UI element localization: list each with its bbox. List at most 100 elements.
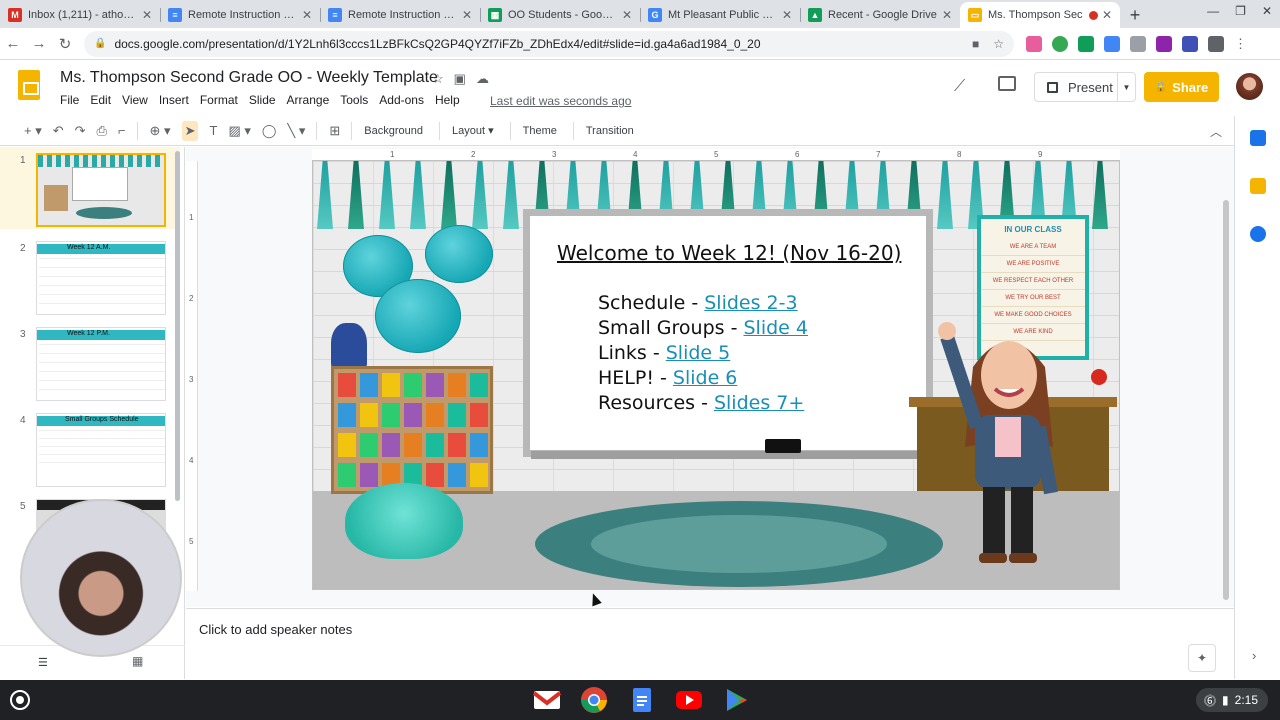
- browser-tab[interactable]: ▲ Recent - Google Drive ✕: [800, 2, 960, 28]
- close-window-icon[interactable]: ✕: [1262, 4, 1272, 18]
- undo-icon[interactable]: ↶: [53, 123, 64, 139]
- select-tool-icon[interactable]: ➤: [181, 120, 199, 141]
- text-box-icon[interactable]: T: [209, 123, 217, 138]
- slide-thumbnail[interactable]: 4 Small Groups Schedule: [0, 407, 180, 489]
- speaker-notes-placeholder[interactable]: Click to add speaker notes: [199, 622, 352, 637]
- address-bar[interactable]: 🔒 docs.google.com/presentation/d/1Y2Lnh6…: [84, 30, 1014, 57]
- filmstrip-scrollbar[interactable]: [175, 151, 180, 501]
- speaker-notes[interactable]: Click to add speaker notes ✦: [186, 608, 1234, 679]
- extension-icon[interactable]: [1130, 35, 1146, 52]
- slide-link[interactable]: Slide 5: [666, 342, 731, 364]
- menu-arrange[interactable]: Arrange: [287, 93, 330, 107]
- transition-button[interactable]: Transition: [586, 125, 634, 137]
- slide-thumbnail[interactable]: 3 Week 12 P.M.: [0, 321, 180, 403]
- theme-button[interactable]: Theme: [523, 125, 557, 137]
- present-dropdown-icon[interactable]: ▼: [1117, 73, 1135, 101]
- slide-link[interactable]: Slide 6: [673, 367, 738, 389]
- browser-tab[interactable]: ≡ Remote Instruction Ser ✕: [160, 2, 320, 28]
- slide-link[interactable]: Slide 4: [744, 317, 809, 339]
- browser-menu-icon[interactable]: ⋮: [1234, 36, 1247, 52]
- last-edit-link[interactable]: Last edit was seconds ago: [490, 94, 631, 108]
- add-comment-icon[interactable]: ⊞: [329, 123, 340, 139]
- menu-view[interactable]: View: [122, 93, 148, 107]
- cloud-status-icon[interactable]: ☁: [476, 71, 489, 87]
- forward-icon[interactable]: →: [26, 35, 52, 52]
- grid-view-icon[interactable]: ▦: [132, 654, 143, 668]
- extension-icon[interactable]: [1078, 35, 1094, 52]
- new-slide-icon[interactable]: + ▾: [24, 123, 42, 139]
- present-button[interactable]: Present ▼: [1034, 72, 1136, 102]
- slide-canvas[interactable]: Welcome to Week 12! (Nov 16-20) Schedule…: [312, 160, 1120, 590]
- extension-icon[interactable]: [1156, 35, 1172, 52]
- notification-icon[interactable]: ⓺: [1204, 692, 1216, 709]
- slide-link[interactable]: Slides 2-3: [704, 292, 797, 314]
- document-title[interactable]: Ms. Thompson Second Grade OO - Weekly Te…: [60, 69, 438, 87]
- url-text[interactable]: docs.google.com/presentation/d/1Y2Lnh6l3…: [114, 37, 958, 51]
- browser-tab[interactable]: ▦ OO Students - Google S ✕: [480, 2, 640, 28]
- zoom-icon[interactable]: ⊕ ▾: [150, 123, 171, 139]
- slide-thumbnail[interactable]: 1: [0, 147, 180, 229]
- tab-close-icon[interactable]: ✕: [462, 8, 472, 22]
- account-avatar[interactable]: [1236, 73, 1263, 100]
- share-button[interactable]: 🔒 Share: [1144, 72, 1219, 102]
- youtube-icon[interactable]: [674, 686, 704, 714]
- back-icon[interactable]: ←: [0, 35, 26, 52]
- tab-close-icon[interactable]: ✕: [1102, 8, 1112, 22]
- system-tray[interactable]: ⓺ ▮ 2:15: [1196, 688, 1268, 712]
- list-view-icon[interactable]: ☰: [38, 656, 48, 669]
- activity-trend-icon[interactable]: ⟋: [954, 78, 965, 96]
- calendar-icon[interactable]: [1250, 130, 1266, 146]
- screen-record-extension-icon[interactable]: [1182, 35, 1198, 52]
- side-panel-toggle-icon[interactable]: ›: [1252, 648, 1256, 663]
- tab-close-icon[interactable]: ✕: [782, 8, 792, 22]
- slide-link[interactable]: Slides 7+: [714, 392, 804, 414]
- menu-edit[interactable]: Edit: [90, 93, 111, 107]
- menu-slide[interactable]: Slide: [249, 93, 276, 107]
- redo-icon[interactable]: ↷: [75, 123, 86, 139]
- extension-icon[interactable]: [1104, 35, 1120, 52]
- menu-tools[interactable]: Tools: [340, 93, 368, 107]
- play-store-icon[interactable]: [721, 686, 751, 714]
- minimize-icon[interactable]: —: [1207, 4, 1219, 18]
- menu-help[interactable]: Help: [435, 93, 460, 107]
- move-folder-icon[interactable]: ▣: [454, 71, 466, 87]
- extension-icon[interactable]: [1052, 35, 1068, 52]
- canvas-scrollbar[interactable]: [1223, 200, 1229, 600]
- menu-file[interactable]: File: [60, 93, 79, 107]
- layout-button[interactable]: Layout ▾: [452, 124, 494, 137]
- menu-addons[interactable]: Add-ons: [379, 93, 424, 107]
- tab-close-icon[interactable]: ✕: [622, 8, 632, 22]
- camera-permission-icon[interactable]: ■: [972, 37, 979, 51]
- restore-icon[interactable]: ❐: [1235, 4, 1246, 18]
- slide-thumbnail[interactable]: 2 Week 12 A.M.: [0, 235, 180, 317]
- menu-insert[interactable]: Insert: [159, 93, 189, 107]
- paint-format-icon[interactable]: ⌐: [118, 123, 126, 138]
- collapse-toolbar-icon[interactable]: ︿: [1210, 123, 1222, 140]
- browser-tab[interactable]: G Mt Pleasant Public Sch ✕: [640, 2, 800, 28]
- browser-tab[interactable]: ≡ Remote Instruction Ser ✕: [320, 2, 480, 28]
- tasks-icon[interactable]: [1250, 226, 1266, 242]
- explore-icon[interactable]: ✦: [1188, 644, 1216, 672]
- lock-icon[interactable]: 🔒: [94, 38, 106, 49]
- launcher-icon[interactable]: [10, 690, 30, 710]
- line-icon[interactable]: ╲ ▾: [287, 123, 305, 139]
- reload-icon[interactable]: ↻: [52, 35, 78, 53]
- tab-close-icon[interactable]: ✕: [142, 8, 152, 22]
- bookmark-star-icon[interactable]: ☆: [993, 37, 1004, 51]
- new-tab-button[interactable]: +: [1120, 2, 1150, 28]
- print-icon[interactable]: ⎙: [97, 123, 107, 139]
- background-button[interactable]: Background: [364, 125, 423, 137]
- extensions-puzzle-icon[interactable]: [1208, 35, 1224, 52]
- extension-icon[interactable]: [1026, 35, 1042, 52]
- tab-close-icon[interactable]: ✕: [302, 8, 312, 22]
- chrome-icon[interactable]: [579, 686, 609, 714]
- comments-icon[interactable]: [998, 76, 1016, 91]
- star-icon[interactable]: ☆: [432, 71, 444, 87]
- browser-tab[interactable]: ▭ Ms. Thompson Sec ✕: [960, 2, 1120, 28]
- docs-icon[interactable]: [627, 686, 657, 714]
- browser-tab[interactable]: M Inbox (1,211) - athomp ✕: [0, 2, 160, 28]
- keep-icon[interactable]: [1250, 178, 1266, 194]
- gmail-icon[interactable]: [532, 686, 562, 714]
- shape-icon[interactable]: ◯: [262, 123, 277, 139]
- slides-logo-icon[interactable]: [18, 70, 40, 100]
